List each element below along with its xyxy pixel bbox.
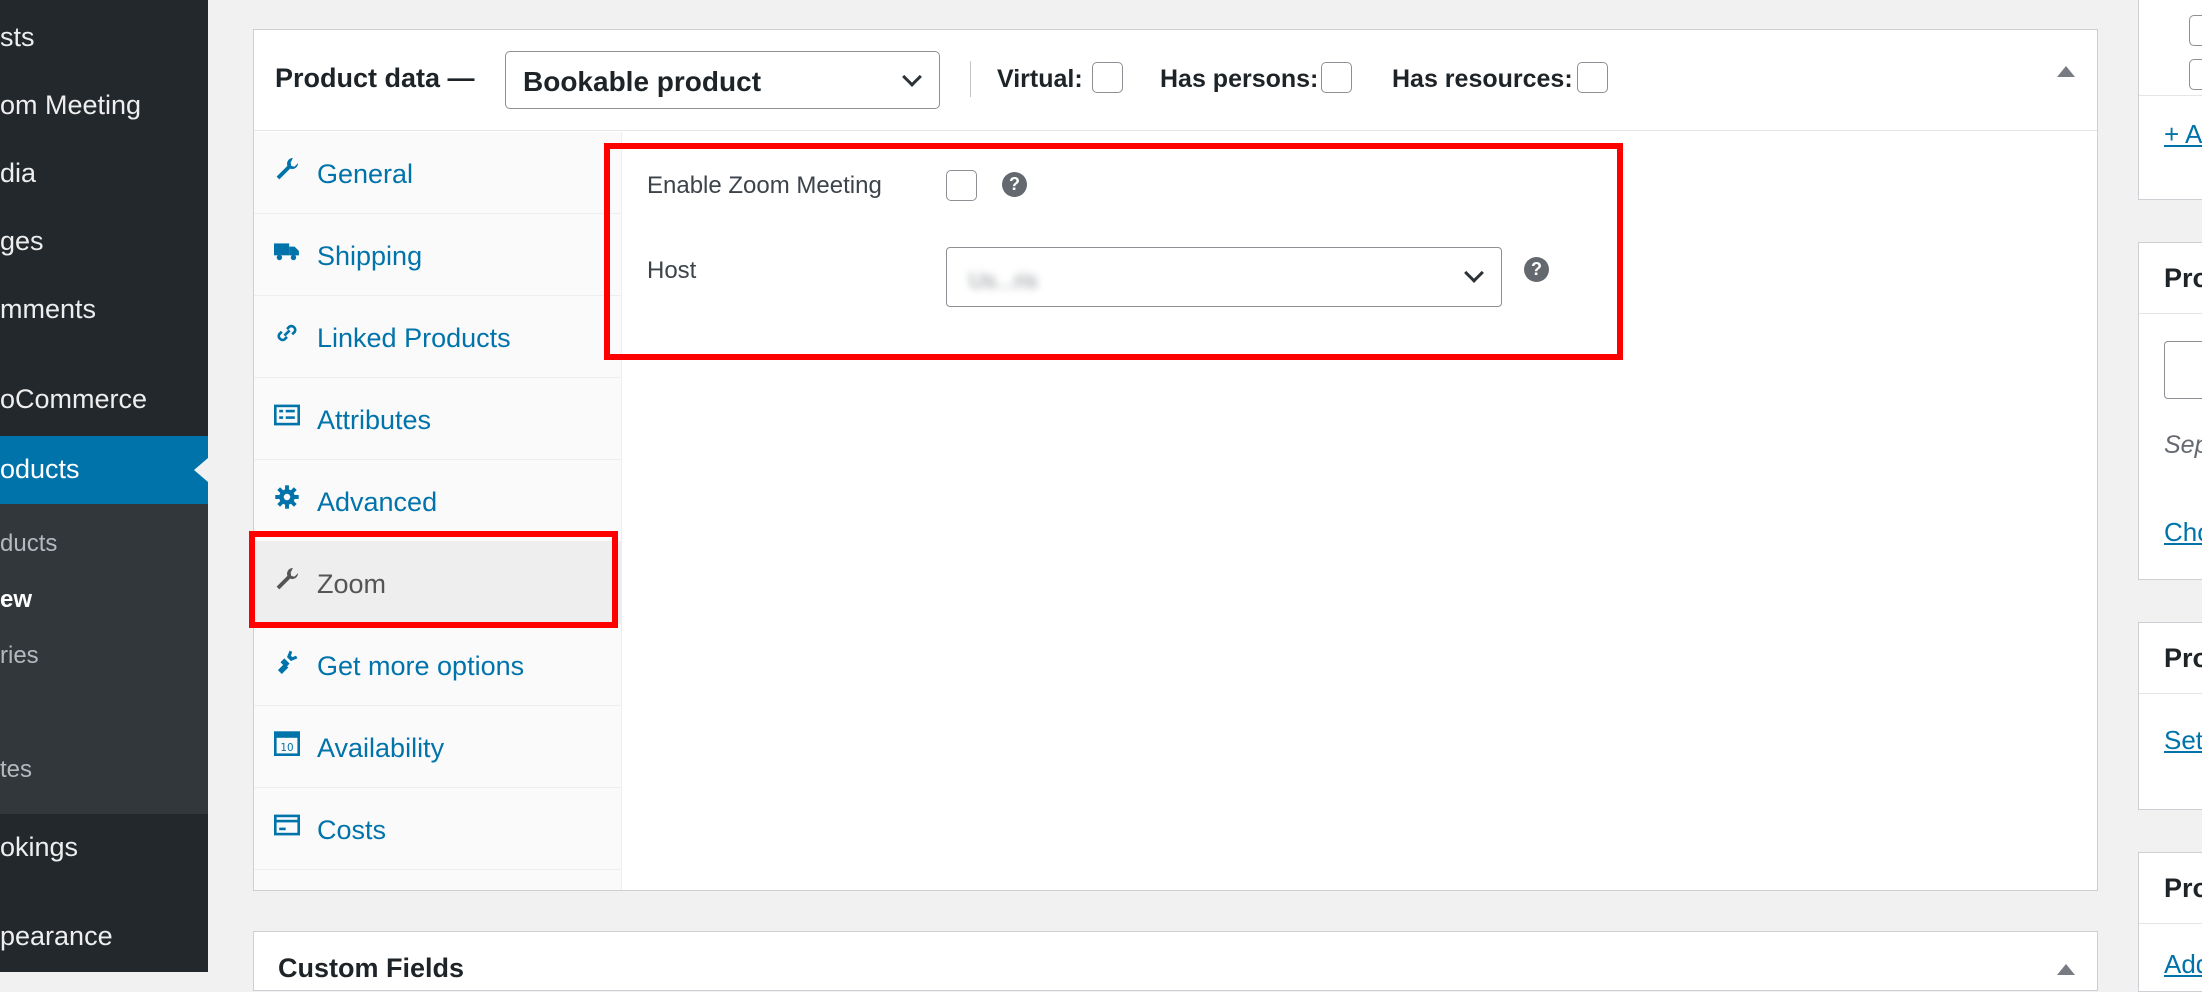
custom-fields-title: Custom Fields [278,953,465,983]
menu-label: oCommerce [0,384,148,414]
add-gallery-link[interactable]: Add [2164,949,2202,980]
collapse-arrow-icon[interactable] [2057,66,2075,77]
tab-label: Shipping [317,241,423,271]
truck-icon [274,243,299,261]
admin-sidebar: sts om Meeting dia ges mments oCommerce … [0,0,208,972]
tab-attributes[interactable]: Attributes [254,378,622,460]
menu-item-products[interactable]: oducts [0,436,208,504]
submenu-all-products[interactable]: ducts [0,530,57,558]
tab-label: Linked Products [317,323,511,353]
menu-label: okings [0,832,79,862]
tab-get-more-options[interactable]: Get more options [254,624,622,706]
highlight-zoom-fields [604,143,1623,360]
tab-label: Advanced [317,487,438,517]
tab-label: Availability [317,733,445,763]
submenu-add-new[interactable]: ew [0,586,32,614]
menu-label: sts [0,22,35,52]
has-resources-label: Has resources: [1392,65,1573,93]
divider [2139,95,2202,96]
header-divider [970,61,971,97]
add-category-link[interactable]: + A [2164,119,2202,150]
product-data-tabs: General Shipping Linked Products Attribu… [254,132,622,890]
has-resources-checkbox[interactable] [1577,62,1608,93]
tab-shipping[interactable]: Shipping [254,214,622,296]
product-type-value: Bookable product [523,66,762,97]
menu-label: mments [0,294,97,324]
tab-costs[interactable]: Costs [254,788,622,870]
tab-availability[interactable]: 10 Availability [254,706,622,788]
products-submenu: ducts ew ries tes [0,504,208,814]
categories-box: + A [2138,0,2202,200]
box-title: Pro [2164,873,2202,903]
submenu-categories[interactable]: ries [0,642,39,670]
tab-general[interactable]: General [254,132,622,214]
highlight-zoom-tab [249,531,618,628]
product-gallery-box: Pro Add [2138,852,2202,992]
has-persons-label: Has persons: [1160,65,1319,93]
product-data-title: Product data — [275,63,475,93]
tag-input[interactable] [2164,341,2202,399]
box-title: Pro [2164,263,2202,293]
card-icon [274,814,300,836]
separator-hint: Sep [2164,431,2202,459]
divider [2139,693,2202,694]
calendar-icon: 10 [274,731,300,756]
product-image-box: Pro Set [2138,622,2202,810]
custom-fields-box: Custom Fields [253,931,2098,991]
virtual-checkbox[interactable] [1092,62,1123,93]
menu-label: dia [0,158,37,188]
submenu-attributes[interactable]: tes [0,756,32,784]
set-image-link[interactable]: Set [2164,725,2202,756]
box-title: Pro [2164,643,2202,673]
tab-label: Attributes [317,405,432,435]
gear-icon [275,485,299,509]
plugin-icon [277,650,298,674]
tab-label: General [317,159,414,189]
virtual-label: Virtual: [997,65,1083,93]
list-icon [274,404,300,426]
menu-label: pearance [0,921,113,951]
divider [2139,313,2202,314]
tab-linked-products[interactable]: Linked Products [254,296,622,378]
chevron-down-icon [902,67,922,87]
collapse-arrow-icon[interactable] [2057,964,2075,975]
tab-label: Get more options [317,651,525,681]
menu-label: ges [0,226,44,256]
product-tags-box: Pro Sep Cho [2138,242,2202,580]
category-checkbox[interactable] [2189,15,2202,46]
tab-label: Costs [317,815,387,845]
menu-label: om Meeting [0,90,142,120]
has-persons-checkbox[interactable] [1321,62,1352,93]
choose-tags-link[interactable]: Cho [2164,517,2202,548]
product-type-select[interactable]: Bookable product [505,51,940,109]
product-data-header: Product data — Bookable product Virtual:… [254,30,2097,131]
svg-text:10: 10 [280,742,293,754]
link-icon [277,324,297,342]
tab-advanced[interactable]: Advanced [254,460,622,542]
category-checkbox[interactable] [2189,59,2202,90]
menu-label: oducts [0,454,80,484]
divider [2139,923,2202,924]
wrench-icon [276,157,299,180]
